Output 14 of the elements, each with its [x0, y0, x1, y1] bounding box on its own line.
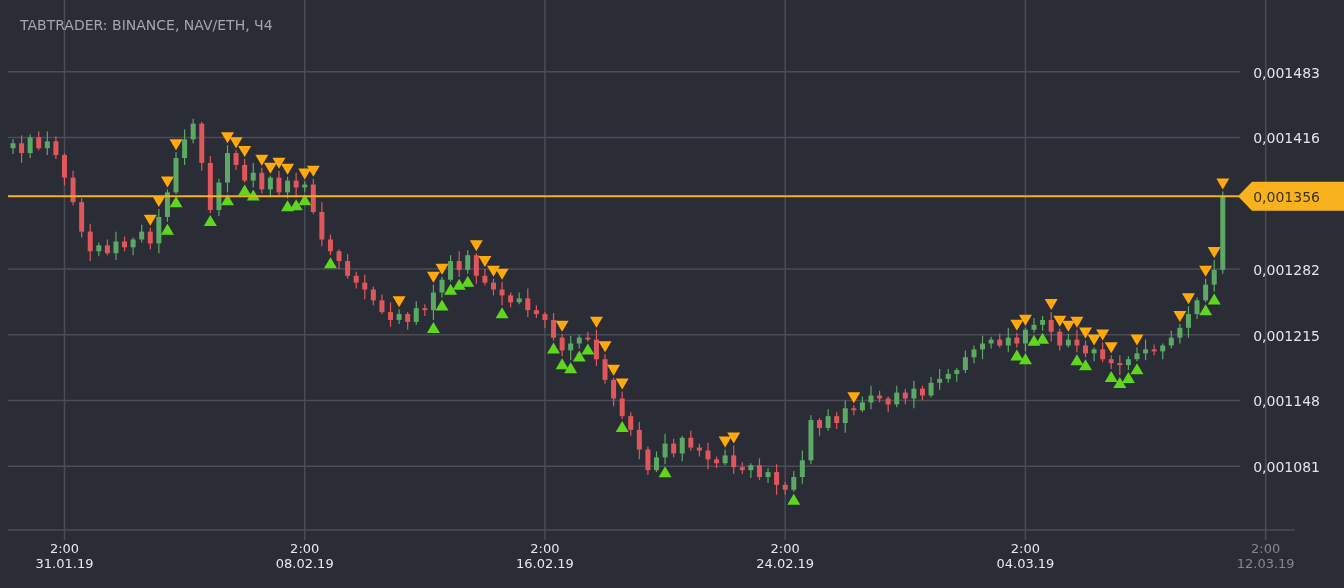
price-axis-label: 0,001215	[1253, 327, 1320, 344]
price-axis-label: 0,001148	[1253, 393, 1320, 410]
time-axis-label: 2:00 12.03.19	[1236, 541, 1295, 571]
price-axis-label: 0,001282	[1253, 261, 1320, 278]
price-axis-label: 0,001081	[1253, 459, 1320, 476]
time-axis-label: 2:00 04.03.19	[996, 541, 1055, 571]
current-price-label: 0,001356	[1253, 189, 1320, 206]
time-axis-label: 2:00 31.01.19	[35, 541, 94, 571]
time-axis-label: 2:00 08.02.19	[275, 541, 334, 571]
chart-title: TABTRADER: BINANCE, NAV/ETH, Ч4	[20, 17, 273, 33]
time-axis-label: 2:00 24.02.19	[756, 541, 815, 571]
price-axis-label: 0,001416	[1253, 130, 1320, 147]
time-axis-label: 2:00 16.02.19	[516, 541, 574, 571]
price-axis-label: 0,001483	[1253, 64, 1320, 81]
